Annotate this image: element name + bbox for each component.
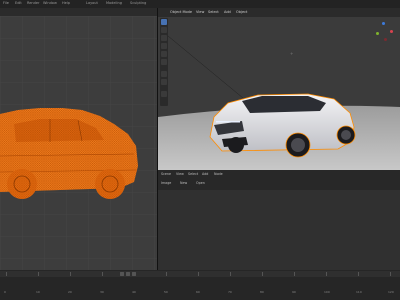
scale-tool-icon[interactable] [161,51,167,57]
add-cube-tool-icon[interactable] [161,91,167,97]
wireframe-car[interactable] [0,16,157,270]
frame-label: 100 [324,290,330,294]
z-axis-icon[interactable] [382,22,385,25]
add-menu-2[interactable]: Add [202,172,208,176]
selected-car [209,93,356,158]
cursor-tool-icon[interactable] [161,27,167,33]
lower-editor-panel[interactable] [158,190,400,270]
frame-label: 10 [36,290,40,294]
frame-label: 70 [228,290,232,294]
svg-text:+: + [290,51,293,56]
tab-modeling[interactable]: Modeling [106,1,122,5]
timeline-tick [358,272,359,276]
transform-tool-icon[interactable] [161,59,167,65]
right-viewport[interactable]: Object Mode View Select Add Object + [158,8,400,170]
image-menu[interactable]: Image [161,181,171,185]
frame-label: 60 [196,290,200,294]
play-icon[interactable] [126,272,130,276]
neg-x-axis-icon[interactable] [384,38,387,41]
object-menu[interactable]: Object [236,10,247,14]
mode-select[interactable]: Object Mode [170,10,192,14]
timeline-tick [198,272,199,276]
timeline-tick [294,272,295,276]
timeline-tick [230,272,231,276]
right-viewport-header: Object Mode View Select Add Object [158,8,400,17]
frame-label: 110 [356,290,362,294]
view-menu[interactable]: View [196,10,204,14]
tab-layout[interactable]: Layout [86,1,98,5]
menu-render[interactable]: Render [27,1,39,5]
move-tool-icon[interactable] [161,35,167,41]
node-menu[interactable]: Node [214,172,223,176]
menu-file[interactable]: File [3,1,9,5]
y-axis-icon[interactable] [376,32,379,35]
open-image-button[interactable]: Open [196,181,205,185]
jump-start-icon[interactable] [120,272,124,276]
frame-label: 20 [68,290,72,294]
timeline-tick [102,272,103,276]
timeline-tick [326,272,327,276]
menu-help[interactable]: Help [62,1,70,5]
shader-editor-header: Scene View Select Add Node Image New Ope… [158,170,400,190]
frame-label: 120 [388,290,394,294]
frame-label: 90 [292,290,296,294]
frame-label: 40 [132,290,136,294]
frame-label: 30 [100,290,104,294]
menu-edit[interactable]: Edit [15,1,22,5]
add-menu[interactable]: Add [224,10,231,14]
annotate-tool-icon[interactable] [161,71,167,77]
left-viewport[interactable] [0,8,157,270]
tool-shelf [160,18,168,106]
navigation-gizmo[interactable] [372,20,396,44]
rotate-tool-icon[interactable] [161,43,167,49]
timeline-tick [166,272,167,276]
timeline-tick [390,272,391,276]
left-viewport-header [0,8,157,16]
x-axis-icon[interactable] [390,30,393,33]
timeline-tick [134,272,135,276]
frame-label: 50 [164,290,168,294]
select-tool-icon[interactable] [161,19,167,25]
view-menu-2[interactable]: View [176,172,184,176]
editor-type-button[interactable]: Scene [161,172,171,176]
frame-label: 80 [260,290,264,294]
measure-tool-icon[interactable] [161,79,167,85]
frame-label: 0 [4,290,6,294]
timeline-tick [38,272,39,276]
timeline-ruler[interactable] [0,271,400,277]
select-menu-2[interactable]: Select [188,172,198,176]
menu-window[interactable]: Window [43,1,57,5]
new-image-button[interactable]: New [180,181,187,185]
top-menu-bar: File Edit Render Window Help Layout Mode… [0,0,400,8]
timeline-tick [70,272,71,276]
render-scene: + [158,17,400,170]
timeline-tick [262,272,263,276]
timeline-tick [6,272,7,276]
select-menu[interactable]: Select [208,10,219,14]
tab-sculpting[interactable]: Sculpting [130,1,146,5]
